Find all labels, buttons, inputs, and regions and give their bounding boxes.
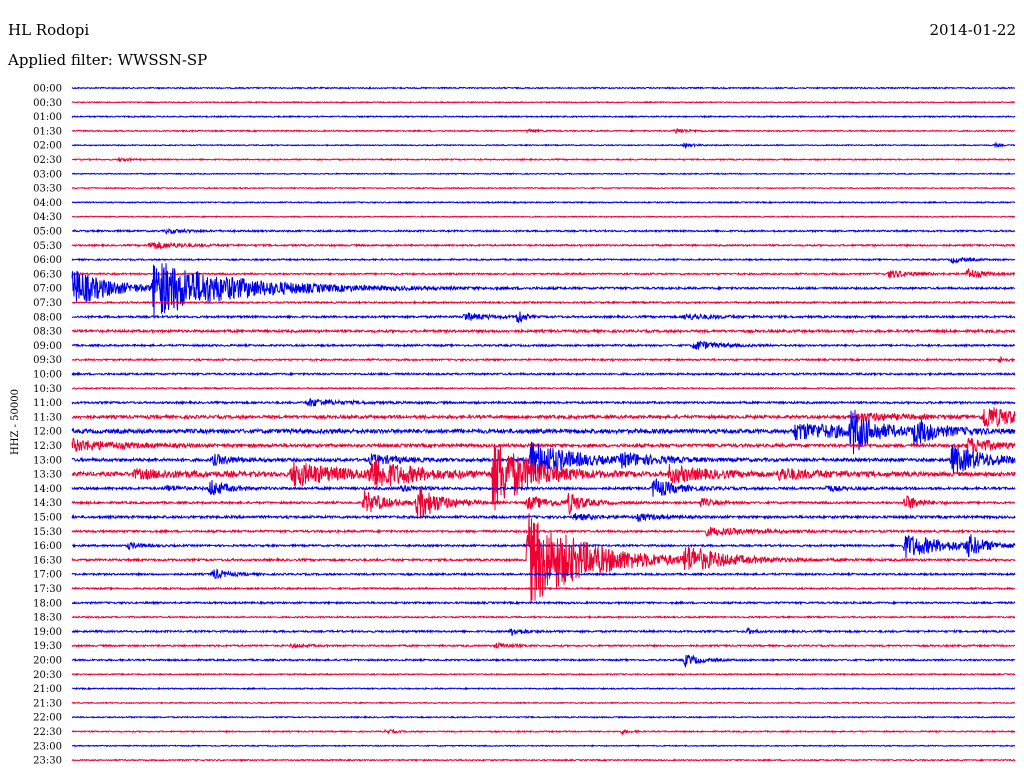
trace-line [71,672,1016,677]
time-tick-label: 09:00 [33,341,62,352]
trace-line [71,437,1016,454]
trace-line [71,600,1016,606]
time-tick-label: 16:00 [33,541,62,552]
trace-line [71,686,1016,691]
trace-line [71,407,1016,428]
trace-line [71,340,1016,350]
trace-line [71,256,1016,264]
time-tick-label: 04:00 [33,198,62,209]
time-tick-label: 00:00 [33,84,62,95]
time-tick-label: 18:00 [33,598,62,609]
trace-line [71,701,1016,705]
time-tick-label: 11:30 [33,412,62,423]
time-tick-label: 10:00 [33,370,62,381]
time-tick-label: 16:30 [33,555,62,566]
trace-line [71,86,1016,90]
trace-line [71,744,1016,748]
trace-line [72,127,1016,135]
time-tick-label: 08:30 [33,327,62,338]
time-tick-label: 19:30 [33,641,62,652]
trace-line [71,172,1016,176]
trace-line [71,327,1016,335]
time-tick-label: 12:30 [33,441,62,452]
trace-line [71,371,1016,377]
time-tick-label: 06:30 [33,269,62,280]
time-tick-label: 05:30 [33,241,62,252]
time-tick-label: 01:00 [33,112,62,123]
helicorder-plot: 00:00 00:30 01:00 01:30 02:00 02:30 03:00 03:30… [33,84,1016,767]
trace-line [71,186,1016,190]
time-tick-label: 17:30 [33,584,62,595]
trace-line [71,114,1016,119]
time-tick-label: 11:00 [33,398,62,409]
trace-line [71,311,1016,323]
trace-line [71,355,1016,363]
trace-line [71,586,1016,591]
time-tick-label: 06:00 [33,255,62,266]
time-tick-label: 13:30 [33,470,62,481]
time-tick-label: 07:00 [33,284,62,295]
trace-line [72,215,1016,219]
trace-line [71,200,1016,205]
trace-line [71,300,1016,305]
trace-line [71,527,1016,537]
time-tick-label: 20:30 [33,670,62,681]
trace-line [71,654,1016,669]
trace-line [71,715,1016,720]
time-tick-label: 02:30 [33,155,62,166]
trace-line [71,627,1016,637]
trace-line [71,478,1016,497]
time-tick-label: 07:30 [33,298,62,309]
trace-line [71,614,1016,620]
trace-line [71,513,1016,523]
trace-line [71,728,1016,736]
time-tick-label: 13:00 [33,455,62,466]
time-tick-label: 21:30 [33,698,62,709]
time-tick-label: 22:00 [33,713,62,724]
trace-line [71,141,1016,150]
time-tick-label: 00:30 [33,98,62,109]
time-tick-label: 18:30 [33,613,62,624]
time-tick-label: 15:30 [33,527,62,538]
time-tick-label: 20:00 [33,656,62,667]
trace-line [71,263,1016,319]
time-tick-label: 03:30 [33,184,62,195]
time-tick-label: 01:30 [33,126,62,137]
trace-line [71,241,1016,249]
time-tick-label: 21:00 [33,684,62,695]
trace-line [71,641,1016,649]
trace-line [71,758,1016,762]
trace-line [71,386,1016,391]
time-tick-label: 09:30 [33,355,62,366]
time-tick-label: 04:30 [33,212,62,223]
time-tick-label: 03:00 [33,169,62,180]
time-tick-label: 17:00 [33,570,62,581]
time-tick-label: 02:00 [33,141,62,152]
time-tick-label: 22:30 [33,727,62,738]
time-tick-label: 23:00 [33,741,62,752]
trace-line [71,100,1016,104]
trace-line [71,398,1016,407]
time-tick-label: 10:30 [33,384,62,395]
time-tick-label: 14:30 [33,498,62,509]
time-tick-label: 19:00 [33,627,62,638]
time-tick-label: 12:00 [33,427,62,438]
helicorder-page: HL Rodopi Applied filter: WWSSN-SP 2014-… [0,0,1024,780]
time-tick-label: 05:00 [33,227,62,238]
time-tick-label: 23:30 [33,756,62,767]
trace-line [71,267,1016,279]
trace-line [71,227,1016,235]
time-tick-label: 14:00 [33,484,62,495]
trace-line [72,156,1016,163]
time-tick-label: 08:00 [33,312,62,323]
time-tick-label: 15:00 [33,513,62,524]
